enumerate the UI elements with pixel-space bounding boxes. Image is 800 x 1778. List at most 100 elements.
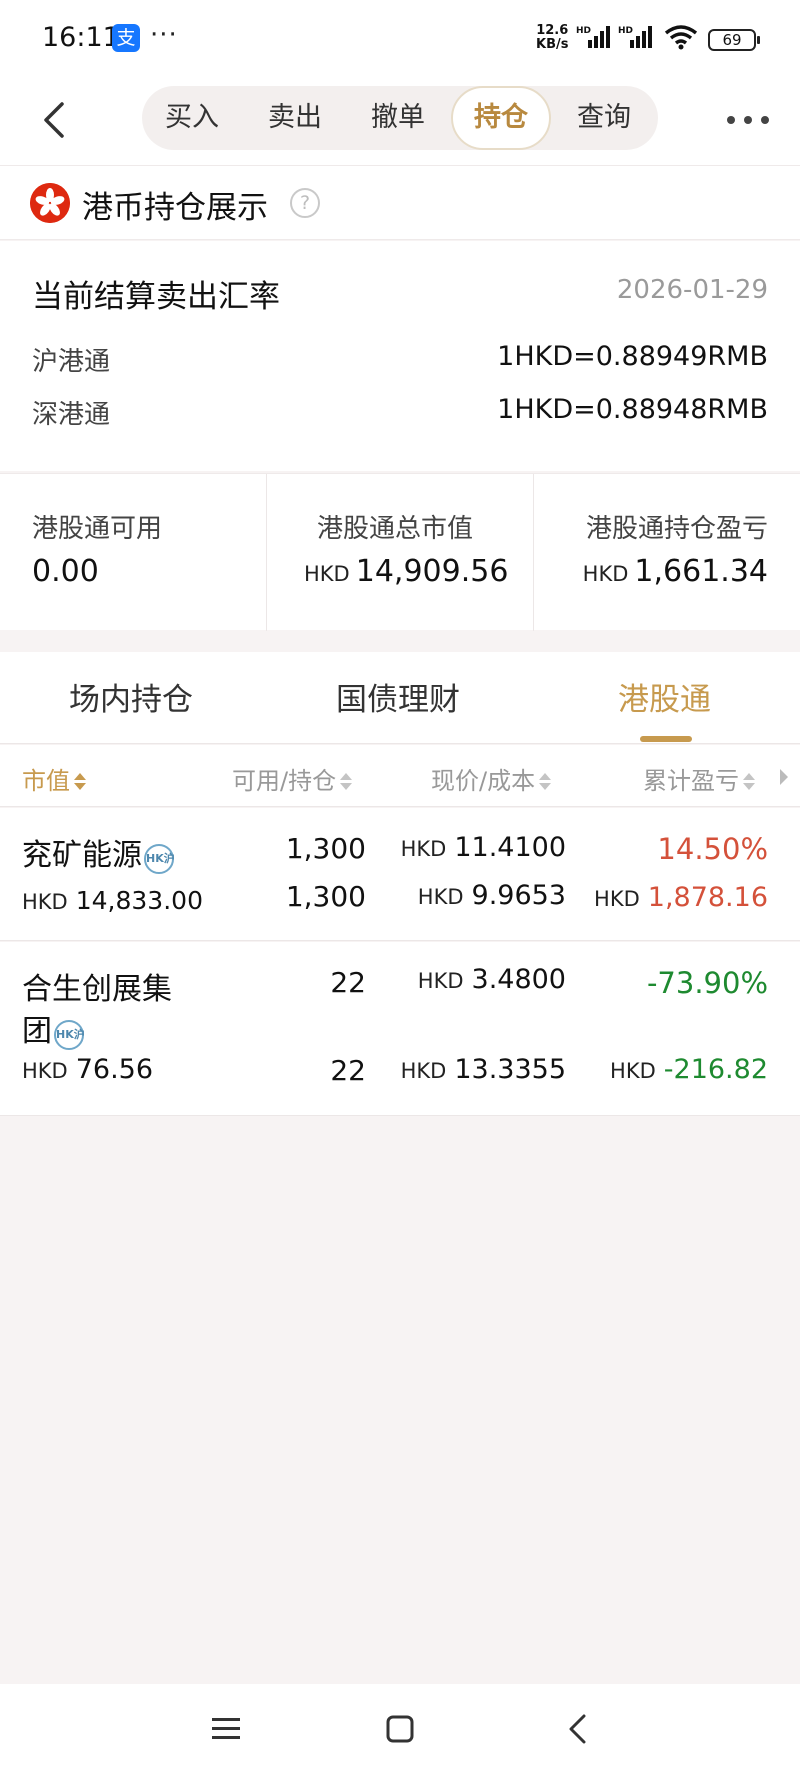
table-row[interactable]: 合生创展集 团 HK沪 HKD 76.56 22 22 HKD 3.4800 HKD 1… [0, 942, 800, 1116]
hk-shanghai-connect-icon: HK沪 [54, 1020, 85, 1050]
header-price-cost[interactable]: 现价/成本 [431, 761, 552, 796]
summary-market-value-amount: 14,909.56 [355, 554, 509, 589]
current-price-amount: 11.4100 [454, 832, 566, 863]
cost-price: HKD 13.3355 [401, 1054, 566, 1085]
tab-cancel-order[interactable]: 撤单 [348, 86, 448, 150]
pnl-percent: 14.50% [657, 832, 768, 866]
network-speed-value: 12.6 [536, 23, 569, 38]
more-options-icon[interactable] [726, 112, 770, 128]
more-notifications-icon: ··· [150, 20, 178, 50]
summary-market-value-wrap: HKD 14,909.56 [304, 554, 508, 589]
sort-icon [743, 772, 755, 792]
holding-category-tabs: 场内持仓 国债理财 港股通 [0, 652, 800, 744]
signal-hd-label: HD [618, 26, 633, 36]
rate-value: 1HKD=0.88948RMB [497, 394, 768, 425]
rate-label: 沪港通 [32, 347, 111, 377]
cost-price-amount: 13.3355 [454, 1054, 566, 1085]
tab-sell[interactable]: 卖出 [245, 86, 345, 150]
header-available-holding[interactable]: 可用/持仓 [232, 761, 353, 796]
exchange-rate-section: 当前结算卖出汇率 2026-01-29 沪港通 1HKD=0.88949RMB … [0, 241, 800, 471]
summary-pnl-wrap: HKD 1,661.34 [583, 554, 768, 589]
header-label: 市值 [22, 767, 70, 795]
summary-pnl-label: 港股通持仓盈亏 [585, 514, 768, 544]
tab-hk-connect[interactable]: 港股通 [618, 674, 711, 719]
system-navigation-bar [0, 1684, 800, 1778]
sort-icon [539, 772, 552, 792]
status-time: 16:11 [42, 22, 120, 53]
pnl-amount-value: -216.82 [663, 1054, 768, 1085]
signal-hd-label: HD [576, 26, 591, 36]
tab-treasury-wealth[interactable]: 国债理财 [336, 674, 460, 719]
tab-onsite-holdings[interactable]: 场内持仓 [69, 674, 193, 719]
summary-market-value: 港股通总市值 HKD 14,909.56 [267, 474, 533, 631]
top-nav: 买入 卖出 撤单 持仓 查询 [0, 78, 800, 166]
header-label: 现价/成本 [431, 767, 536, 795]
header-market-value[interactable]: 市值 [22, 761, 86, 796]
summary-available-label: 港股通可用 [32, 514, 163, 544]
sort-icon [340, 772, 353, 792]
holding-summary: 港股通可用 0.00 港股通总市值 HKD 14,909.56 港股通持仓盈亏 H… [0, 473, 800, 631]
currency-label: HKD [417, 885, 464, 909]
signal-icon-sim1: HD [576, 26, 610, 48]
network-speed-unit: KB/s [536, 37, 569, 52]
summary-available-value-wrap: 0.00 [32, 554, 99, 589]
page-title: 港币持仓展示 [82, 190, 268, 226]
currency-label: HKD [22, 1059, 68, 1083]
currency-label: HKD [304, 562, 350, 586]
header-label: 可用/持仓 [232, 767, 337, 795]
active-tab-indicator [640, 736, 692, 742]
header-cumulative-pnl[interactable]: 累计盈亏 [643, 761, 755, 796]
available-qty: 1,300 [285, 832, 366, 865]
rate-title: 当前结算卖出汇率 [32, 279, 280, 315]
rate-date: 2026-01-29 [616, 275, 768, 305]
summary-pnl: 港股通持仓盈亏 HKD 1,661.34 [534, 474, 768, 631]
stock-name-text: 兖矿能源 [22, 838, 142, 873]
alipay-notification-icon: 支 [112, 24, 140, 52]
summary-pnl-amount: 1,661.34 [634, 554, 768, 589]
currency-label: HKD [417, 969, 464, 993]
stock-name-line2: 团 HK沪 [22, 1006, 85, 1050]
market-value: HKD 76.56 [22, 1054, 153, 1085]
pnl-amount-value: 1,878.16 [647, 882, 768, 913]
signal-icon-sim2: HD [618, 26, 652, 48]
tab-holdings[interactable]: 持仓 [451, 86, 551, 150]
currency-label: HKD [400, 1059, 447, 1083]
header-label: 累计盈亏 [643, 767, 739, 795]
help-icon[interactable]: ? [290, 188, 320, 218]
wifi-icon [664, 25, 698, 50]
cost-price-amount: 9.9653 [471, 880, 566, 911]
scroll-right-icon[interactable] [780, 769, 788, 785]
market-value: HKD 14,833.00 [22, 886, 203, 915]
table-header: 市值 可用/持仓 现价/成本 累计盈亏 [0, 745, 800, 807]
status-bar: 16:11 支 ··· 12.6 KB/s HD HD 69 [0, 0, 800, 78]
cost-price: HKD 9.9653 [418, 880, 566, 911]
currency-label: HKD [582, 562, 629, 586]
pnl-amount: HKD 1,878.16 [594, 882, 768, 913]
currency-label: HKD [610, 1059, 656, 1083]
back-icon[interactable] [562, 1714, 594, 1744]
current-price: HKD 3.4800 [418, 964, 566, 995]
stock-name: 兖矿能源 HK沪 [22, 830, 175, 874]
stock-name-line1: 合生创展集 [22, 972, 172, 1007]
hong-kong-flag-icon [30, 183, 70, 223]
holding-qty: 22 [330, 1054, 366, 1087]
sort-icon [74, 772, 86, 792]
summary-available-value: 0.00 [32, 554, 99, 589]
trade-tabs: 买入 卖出 撤单 持仓 查询 [142, 86, 658, 150]
currency-label: HKD [22, 890, 68, 914]
market-value-amount: 76.56 [75, 1054, 154, 1085]
back-arrow-icon[interactable] [36, 98, 76, 142]
market-value-amount: 14,833.00 [75, 886, 203, 915]
current-price-amount: 3.4800 [471, 964, 566, 995]
menu-icon[interactable] [210, 1714, 242, 1744]
rate-value: 1HKD=0.88949RMB [497, 341, 768, 372]
home-icon[interactable] [384, 1714, 416, 1744]
holding-qty: 1,300 [285, 880, 366, 913]
table-row[interactable]: 兖矿能源 HK沪 HKD 14,833.00 1,300 1,300 HKD 11.4… [0, 808, 800, 941]
pnl-amount: HKD -216.82 [610, 1054, 768, 1085]
tab-buy[interactable]: 买入 [142, 86, 242, 150]
available-qty: 22 [330, 966, 366, 999]
currency-label: HKD [400, 837, 447, 861]
summary-market-value-label: 港股通总市值 [317, 514, 474, 544]
tab-query[interactable]: 查询 [554, 86, 654, 150]
